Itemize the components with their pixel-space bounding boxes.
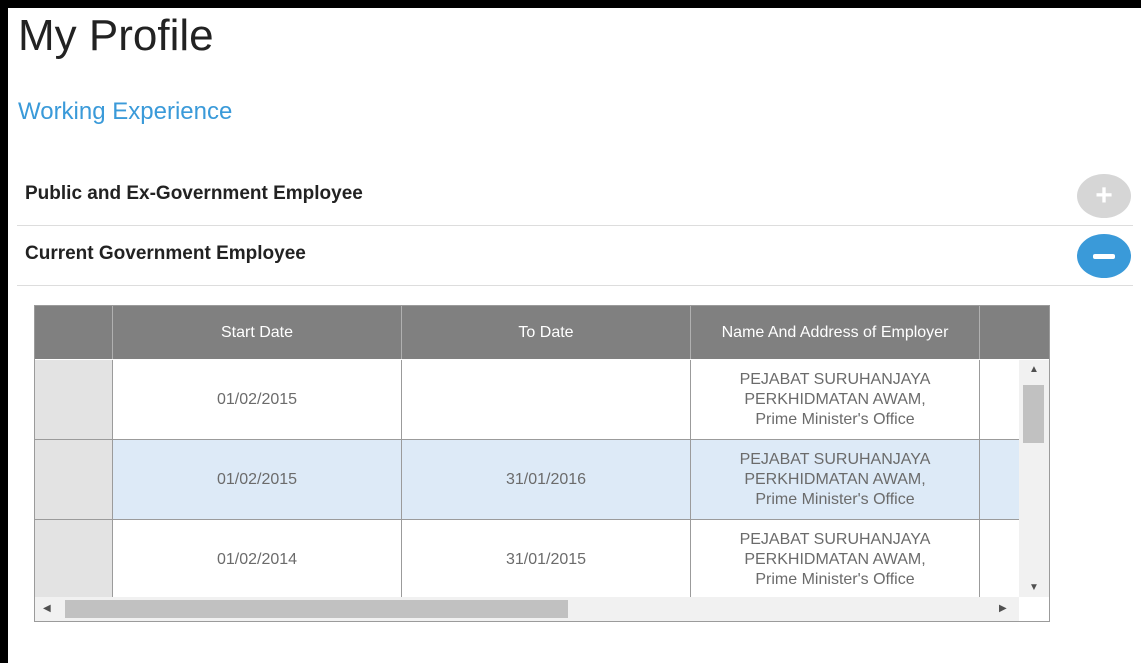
grid-header: Start Date To Date Name And Address of E… [35,306,1049,359]
employer-line: Prime Minister's Office [755,570,915,588]
row-selector[interactable] [35,440,113,519]
table-row[interactable]: 01/02/2015 PEJABAT SURUHANJAYA PERKHIDMA… [35,360,1019,440]
scroll-up-arrow-icon[interactable]: ▲ [1029,364,1039,375]
employment-grid: Start Date To Date Name And Address of E… [34,305,1050,622]
header-cell-select [35,306,113,359]
horizontal-scroll-thumb[interactable] [65,600,568,618]
cell-to-date: 31/01/2015 [402,520,691,597]
cell-employer: PEJABAT SURUHANJAYA PERKHIDMATAN AWAM, P… [691,520,980,597]
cell-extra [980,520,1019,597]
row-selector[interactable] [35,520,113,597]
accordion-current-government[interactable]: Current Government Employee [17,225,1133,286]
employer-line: PEJABAT SURUHANJAYA [739,530,931,548]
cell-employer: PEJABAT SURUHANJAYA PERKHIDMATAN AWAM, P… [691,440,980,519]
employer-line: PERKHIDMATAN AWAM, [744,470,926,488]
page-title: My Profile [18,11,214,60]
employer-line: PEJABAT SURUHANJAYA [739,370,931,388]
header-employer[interactable]: Name And Address of Employer [691,306,980,359]
cell-extra [980,440,1019,519]
vertical-scrollbar[interactable]: ▲ ▼ [1019,360,1049,597]
scroll-left-arrow-icon[interactable]: ◀ [43,603,51,614]
header-cell-extra [980,306,1049,359]
accordion-label: Current Government Employee [25,243,306,264]
scroll-down-arrow-icon[interactable]: ▼ [1029,582,1039,593]
table-row[interactable]: 01/02/2014 31/01/2015 PEJABAT SURUHANJAY… [35,520,1019,597]
header-to-date[interactable]: To Date [402,306,691,359]
window-border-top [0,0,1141,8]
header-start-date[interactable]: Start Date [113,306,402,359]
section-title: Working Experience [18,98,233,125]
cell-start-date: 01/02/2015 [113,440,402,519]
collapse-minus-icon[interactable] [1077,234,1131,278]
vertical-scroll-thumb[interactable] [1023,385,1044,443]
cell-to-date: 31/01/2016 [402,440,691,519]
cell-start-date: 01/02/2014 [113,520,402,597]
grid-body: 01/02/2015 PEJABAT SURUHANJAYA PERKHIDMA… [35,360,1019,597]
employer-line: PERKHIDMATAN AWAM, [744,390,926,408]
employer-line: Prime Minister's Office [755,490,915,508]
scrollbar-corner [1019,597,1049,621]
table-row-selected[interactable]: 01/02/2015 31/01/2016 PEJABAT SURUHANJAY… [35,440,1019,520]
horizontal-scrollbar[interactable]: ◀ ▶ [35,597,1019,621]
cell-start-date: 01/02/2015 [113,360,402,439]
scroll-right-arrow-icon[interactable]: ▶ [999,603,1007,614]
expand-plus-icon[interactable]: + [1077,174,1131,218]
row-selector[interactable] [35,360,113,439]
employer-line: Prime Minister's Office [755,410,915,428]
employer-line: PEJABAT SURUHANJAYA [739,450,931,468]
window-border-left [0,0,8,663]
employer-line: PERKHIDMATAN AWAM, [744,550,926,568]
cell-to-date [402,360,691,439]
cell-employer: PEJABAT SURUHANJAYA PERKHIDMATAN AWAM, P… [691,360,980,439]
accordion-label: Public and Ex-Government Employee [25,183,363,204]
accordion-public-ex-government[interactable]: Public and Ex-Government Employee + [17,165,1133,226]
cell-extra [980,360,1019,439]
